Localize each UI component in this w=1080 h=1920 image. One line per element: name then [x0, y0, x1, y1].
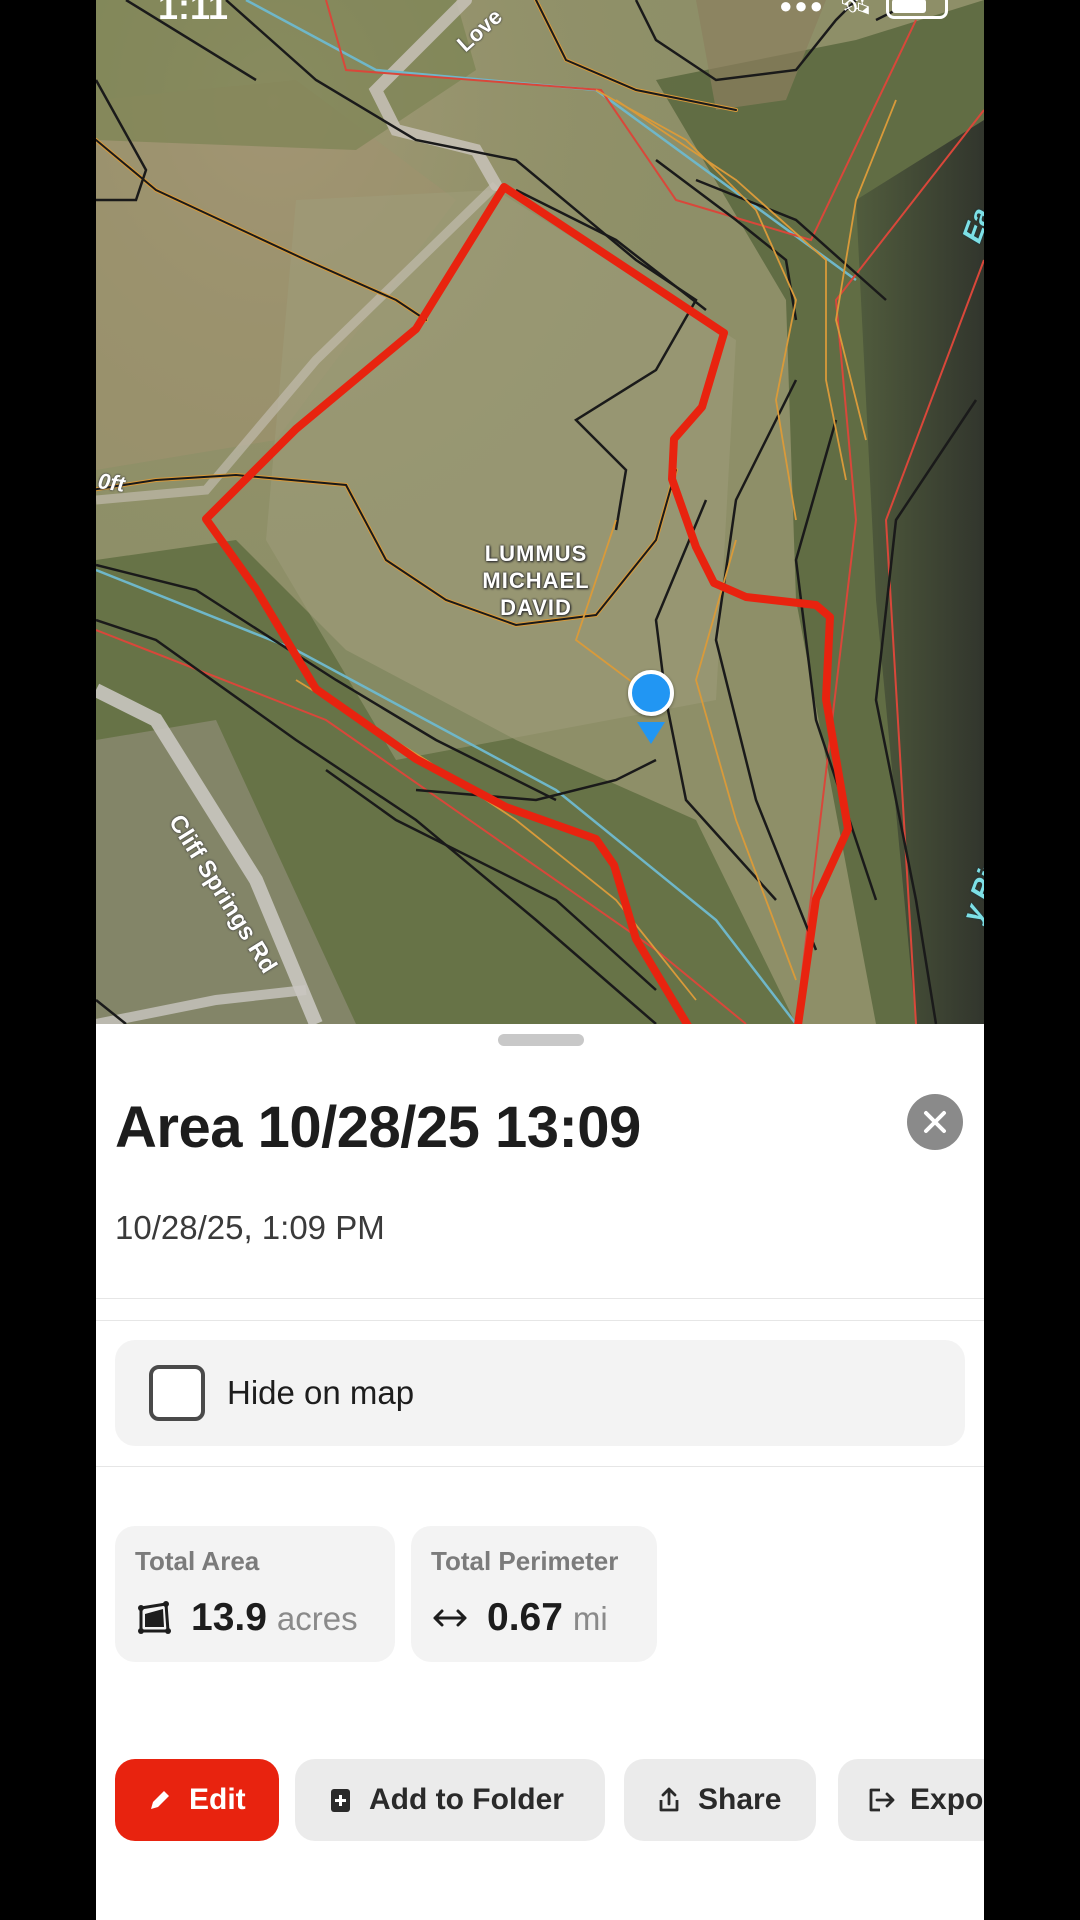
area-detail-sheet: Area 10/28/25 13:09 10/28/25, 1:09 PM Hi…: [96, 1024, 984, 1920]
parcel-owner-line: DAVID: [500, 595, 572, 620]
status-time: 1:11: [158, 0, 229, 27]
pencil-icon: [145, 1785, 175, 1815]
edit-button-label: Edit: [189, 1783, 246, 1816]
divider: [96, 1298, 984, 1299]
total-perimeter-unit: mi: [572, 1600, 608, 1637]
total-perimeter-label: Total Perimeter: [431, 1546, 619, 1576]
share-button-label: Share: [698, 1783, 782, 1816]
total-area-card: Total Area 13.9 acres: [115, 1526, 395, 1662]
divider: [96, 1466, 984, 1467]
heading-arrow-icon: [637, 722, 665, 744]
edit-button[interactable]: Edit: [115, 1759, 279, 1841]
share-icon: [654, 1785, 684, 1815]
status-icons: ●●● 🛰: [779, 0, 948, 21]
satellite-icon: 🛰: [838, 0, 872, 20]
action-bar: Edit Add to Folder Share Expo: [115, 1759, 984, 1841]
close-button[interactable]: [907, 1094, 963, 1150]
battery-icon: [886, 0, 948, 19]
map-canvas[interactable]: [96, 0, 984, 1024]
user-location-marker: [626, 670, 674, 750]
add-to-folder-label: Add to Folder: [369, 1783, 564, 1816]
parcel-owner-line: MICHAEL: [482, 568, 590, 593]
divider: [96, 1320, 984, 1321]
arrows-horizontal-icon: [431, 1599, 469, 1637]
hide-on-map-checkbox[interactable]: [149, 1365, 205, 1421]
total-perimeter-value: 0.67: [487, 1596, 563, 1639]
map-view[interactable]: 1:11 ●●● 🛰 Love 0ft Cliff Springs Rd y R…: [96, 0, 984, 1024]
total-area-value: 13.9: [191, 1596, 267, 1639]
close-icon: [924, 1111, 946, 1133]
total-area-label: Total Area: [135, 1546, 260, 1576]
phone-screen: 1:11 ●●● 🛰 Love 0ft Cliff Springs Rd y R…: [96, 0, 984, 1920]
area-title: Area 10/28/25 13:09: [115, 1095, 641, 1160]
area-date: 10/28/25, 1:09 PM: [115, 1209, 385, 1246]
signal-icon: ●●●: [779, 0, 825, 18]
sheet-grabber[interactable]: [498, 1034, 584, 1046]
export-icon: [866, 1785, 896, 1815]
parcel-owner-label[interactable]: LUMMUS MICHAEL DAVID: [436, 540, 636, 621]
share-button[interactable]: Share: [624, 1759, 816, 1841]
export-button[interactable]: Expo: [838, 1759, 984, 1841]
hide-on-map-label: Hide on map: [227, 1374, 415, 1411]
export-button-label: Expo: [910, 1783, 984, 1816]
total-perimeter-card: Total Perimeter 0.67 mi: [411, 1526, 657, 1662]
hide-on-map-row[interactable]: Hide on map: [115, 1340, 965, 1446]
add-to-folder-button[interactable]: Add to Folder: [295, 1759, 605, 1841]
elevation-label: 0ft: [96, 468, 127, 497]
total-area-unit: acres: [276, 1600, 358, 1637]
parcel-owner-line: LUMMUS: [484, 541, 588, 566]
folder-add-icon: [325, 1785, 355, 1815]
location-dot-icon: [628, 670, 674, 716]
area-polygon-icon: [135, 1599, 173, 1637]
status-bar: 1:11 ●●● 🛰: [96, 0, 984, 27]
